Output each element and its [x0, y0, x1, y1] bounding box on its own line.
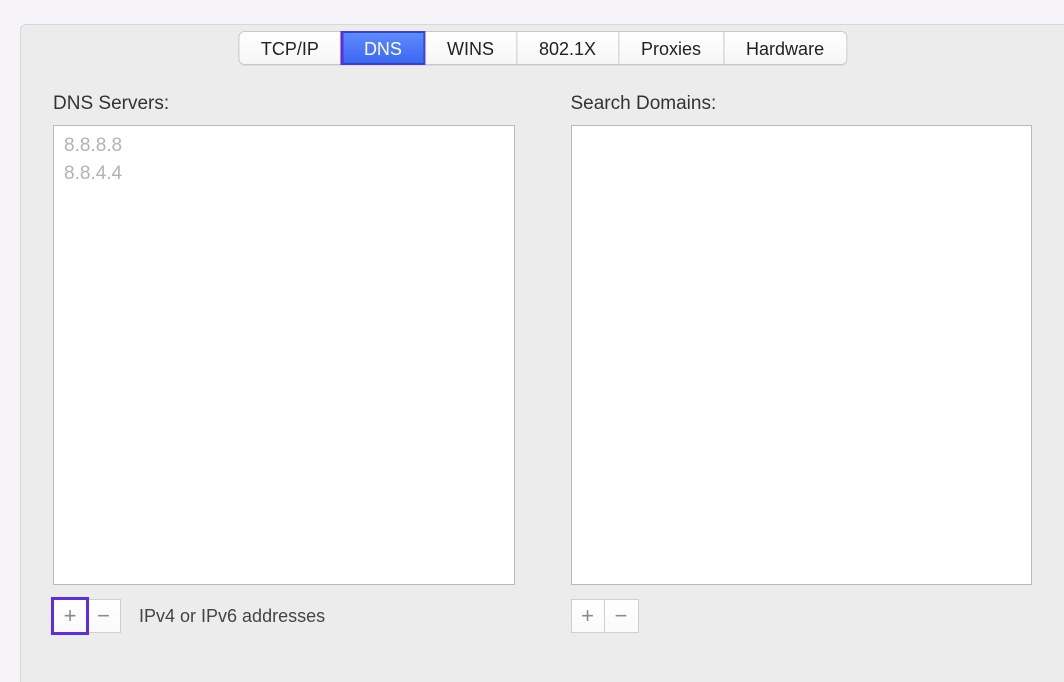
dns-servers-controls: + − IPv4 or IPv6 addresses — [53, 599, 515, 633]
dns-add-button[interactable]: + — [53, 599, 87, 633]
tab-hardware[interactable]: Hardware — [724, 31, 847, 65]
dns-server-entry[interactable]: 8.8.4.4 — [64, 160, 504, 188]
dns-hint-text: IPv4 or IPv6 addresses — [139, 606, 325, 627]
tab-proxies[interactable]: Proxies — [619, 31, 724, 65]
dns-plus-minus-group: + − — [53, 599, 121, 633]
dns-remove-button[interactable]: − — [87, 599, 121, 633]
search-domains-label: Search Domains: — [571, 93, 1033, 115]
dns-server-entry[interactable]: 8.8.8.8 — [64, 132, 504, 160]
search-domains-controls: + − — [571, 599, 1033, 633]
domains-add-button[interactable]: + — [571, 599, 605, 633]
dns-servers-listbox[interactable]: 8.8.8.88.8.4.4 — [53, 125, 515, 585]
domains-remove-button[interactable]: − — [605, 599, 639, 633]
tab-tcpip[interactable]: TCP/IP — [238, 31, 342, 65]
domains-plus-minus-group: + − — [571, 599, 639, 633]
columns: DNS Servers: 8.8.8.88.8.4.4 + − IPv4 or … — [53, 93, 1032, 682]
tab-wins[interactable]: WINS — [425, 31, 517, 65]
search-domains-column: Search Domains: + − — [571, 93, 1033, 682]
tab-8021x[interactable]: 802.1X — [517, 31, 619, 65]
dns-servers-label: DNS Servers: — [53, 93, 515, 115]
tab-bar: TCP/IPDNSWINS802.1XProxiesHardware — [238, 31, 847, 65]
content-area: TCP/IPDNSWINS802.1XProxiesHardware DNS S… — [20, 24, 1064, 682]
search-domains-listbox[interactable] — [571, 125, 1033, 585]
dns-servers-column: DNS Servers: 8.8.8.88.8.4.4 + − IPv4 or … — [53, 93, 515, 682]
tab-dns[interactable]: DNS — [342, 31, 425, 65]
network-settings-panel: TCP/IPDNSWINS802.1XProxiesHardware DNS S… — [0, 0, 1064, 682]
